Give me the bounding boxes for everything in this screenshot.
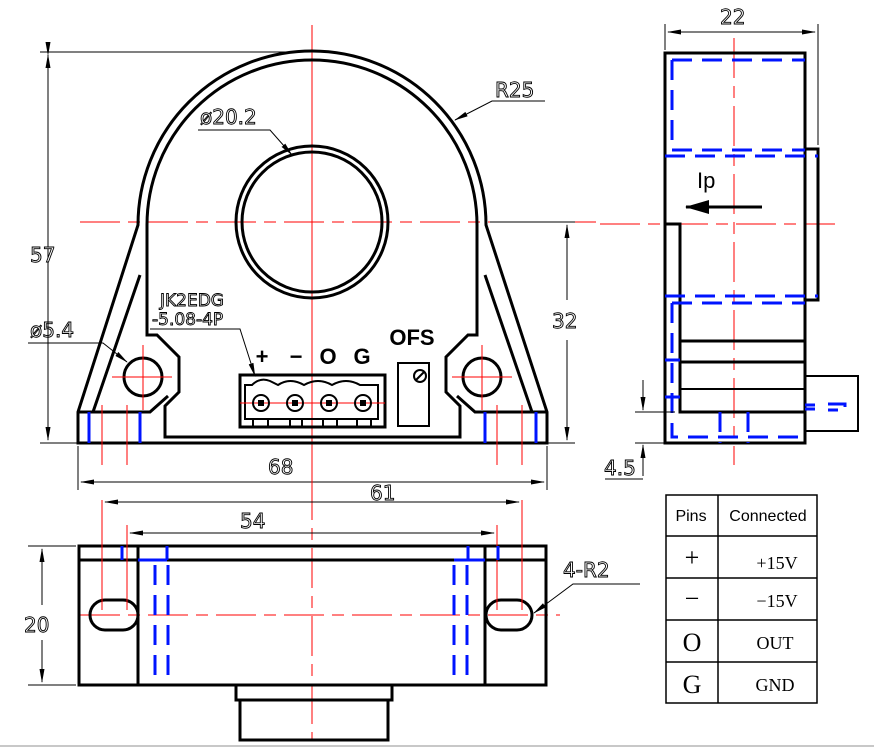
table-cell-connected: OUT [757, 633, 794, 653]
pin-label-gnd: G [353, 344, 370, 369]
drawing-svg: + − O G OFS JK2EDG -5.08-4P ø20.2 R25 ø5… [0, 5, 874, 747]
slot-radius-label: 4-R2 [563, 558, 610, 582]
table-cell-pin: − [685, 584, 700, 613]
table-row: − −15V [685, 584, 798, 613]
depth-extension [664, 24, 819, 145]
aperture-leader [198, 129, 293, 156]
table-row: + +15V [685, 543, 798, 573]
offset-potentiometer [397, 362, 430, 427]
pin-label-minus: − [290, 344, 303, 369]
side-lines [680, 339, 805, 364]
table-cell-pin: O [683, 628, 702, 657]
pin-table: Pins Connected + +15V − −15V O OUT G GND [665, 494, 818, 704]
current-direction-label: Ip [697, 168, 715, 193]
bottom-view: 61 54 20 4-R2 [24, 480, 640, 742]
inner-span-text: 54 [240, 509, 265, 533]
table-header-connected: Connected [729, 508, 806, 525]
connector-leader [150, 328, 256, 377]
offset-dimension-text: 4.5 [604, 456, 636, 480]
connector-part-line1: JK2EDG [159, 291, 224, 311]
center-height-text: 32 [552, 309, 577, 333]
depth-dimension-text: 22 [720, 5, 745, 29]
table-cell-pin: G [683, 670, 702, 699]
width-dimension-text: 68 [268, 455, 293, 479]
pin-label-out: O [319, 344, 336, 369]
height-extension-lines [40, 51, 300, 444]
table-row: G GND [683, 670, 795, 699]
slot-radius-leader [533, 583, 640, 614]
table-cell-pin: + [685, 543, 700, 572]
aperture-diameter-label: ø20.2 [200, 105, 257, 129]
outer-radius-label: R25 [495, 78, 534, 102]
pin-label-plus: + [256, 344, 269, 369]
bottom-hidden-lines [153, 565, 469, 685]
outer-span-text: 61 [370, 481, 395, 505]
side-view: Ip 22 4.5 [600, 5, 859, 480]
connector-base [234, 683, 394, 702]
connector-body [238, 698, 390, 742]
mount-hole-diameter-label: ø5.4 [30, 318, 74, 342]
ofs-label: OFS [389, 325, 434, 350]
front-view: + − O G OFS JK2EDG -5.08-4P ø20.2 R25 ø5… [28, 25, 600, 490]
table-row: O OUT [683, 628, 794, 657]
connector-part-line2: -5.08-4P [152, 310, 223, 330]
radius-leader [454, 100, 545, 121]
side-notch [665, 222, 805, 414]
table-cell-connected: −15V [756, 591, 797, 611]
technical-drawing: + − O G OFS JK2EDG -5.08-4P ø20.2 R25 ø5… [0, 0, 874, 749]
table-cell-connected: +15V [756, 553, 797, 573]
table-header-pins: Pins [675, 508, 706, 525]
bottom-depth-text: 20 [24, 613, 49, 637]
height-dimension-text: 57 [30, 243, 55, 267]
table-cell-connected: GND [756, 675, 795, 695]
bottom-hidden-solid [120, 546, 500, 562]
side-body [663, 51, 807, 445]
